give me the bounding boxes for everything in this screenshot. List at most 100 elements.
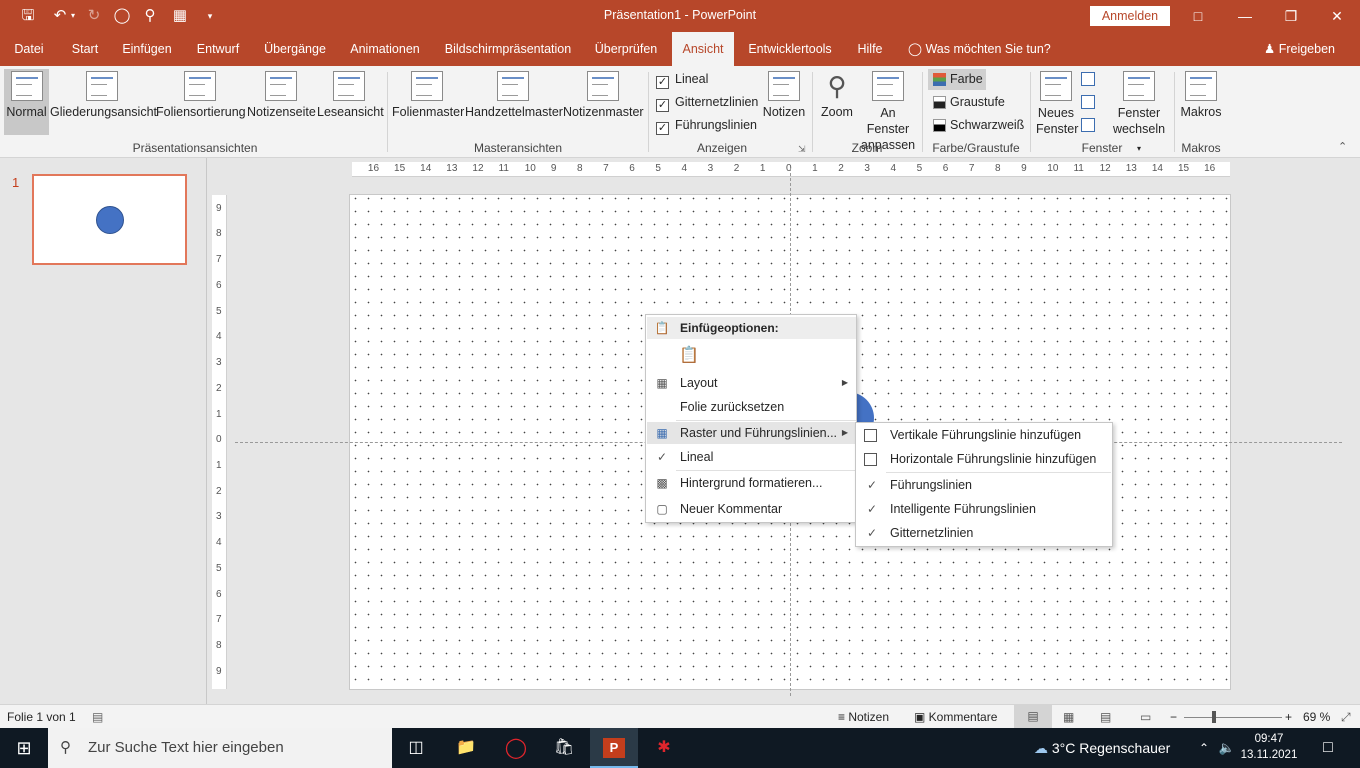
blackwhite-option[interactable]: Schwarzweiß	[928, 115, 1024, 136]
ruler-tick-label: 6	[942, 163, 949, 174]
slide-sorter-button[interactable]: Foliensortierung	[156, 69, 246, 135]
collapse-ribbon-icon[interactable]: ⌃	[1338, 140, 1347, 153]
reading-view-button[interactable]: Leseansicht	[317, 69, 384, 135]
outline-view-button[interactable]: Gliederungsansicht	[50, 69, 157, 135]
gridlines-checkbox[interactable]: ✓ Gitternetzlinien	[656, 92, 758, 112]
anzeigen-dialog-launcher-icon[interactable]: ⇲	[798, 144, 806, 155]
checkmark-icon: ✓	[656, 76, 669, 89]
menu-item-format-background[interactable]: ▩ Hintergrund formatieren...	[647, 472, 856, 494]
normal-view-status-icon[interactable]: ▤	[1014, 705, 1052, 728]
new-window-button[interactable]: Neues Fenster	[1036, 69, 1078, 136]
zoom-button[interactable]: ⚲ Zoom	[818, 69, 856, 135]
tell-me-box[interactable]: ◯ Was möchten Sie tun?	[908, 32, 1051, 66]
notes-master-button[interactable]: Notizenmaster	[563, 69, 644, 135]
menu-item-new-comment[interactable]: ▢ Neuer Kommentar	[647, 498, 856, 520]
tab-start[interactable]: Start	[62, 32, 108, 66]
tab-bildschirmpraesentation[interactable]: Bildschirmpräsentation	[440, 32, 576, 66]
guides-checkbox-label: Führungslinien	[675, 118, 757, 132]
clock[interactable]: 09:47 13.11.2021	[1240, 731, 1298, 763]
color-option[interactable]: Farbe	[928, 69, 986, 90]
ruler-tick-label: 11	[1073, 163, 1084, 174]
microsoft-store-icon[interactable]: 🛍	[540, 728, 588, 768]
group-label-fenster: Fenster	[1081, 141, 1123, 155]
slide-sorter-status-icon[interactable]: ▦	[1063, 710, 1074, 724]
fit-to-window-button[interactable]: An Fenster anpassen	[858, 69, 918, 152]
zoom-in-button[interactable]: +	[1285, 710, 1292, 724]
move-split-icon[interactable]	[1081, 118, 1095, 132]
paste-keep-formatting-icon[interactable]: 📋	[678, 345, 700, 367]
guides-checkbox[interactable]: ✓ Führungslinien	[656, 115, 757, 135]
accessibility-icon[interactable]: ▤	[92, 710, 103, 724]
windows-start-icon[interactable]: ⊞	[0, 728, 48, 768]
powerpoint-taskbar-icon[interactable]: P	[590, 728, 638, 768]
ruler-tick-label: 1	[759, 163, 766, 174]
tab-datei[interactable]: Datei	[6, 32, 52, 66]
ruler-tick-label: 5	[655, 163, 661, 174]
slide-thumbnail[interactable]	[32, 174, 187, 265]
group-separator	[387, 72, 388, 152]
tab-hilfe[interactable]: Hilfe	[850, 32, 890, 66]
menu-item-grid-and-guides[interactable]: ▦ Raster und Führungslinien... ▶	[647, 422, 856, 444]
zoom-level[interactable]: 69 %	[1303, 710, 1330, 724]
notes-button[interactable]: Notizen	[762, 69, 806, 135]
close-icon[interactable]: ✕	[1314, 0, 1360, 32]
weather-cloud-icon: ☁	[1034, 740, 1052, 756]
group-label-makros: Makros	[1181, 141, 1221, 155]
new-window-label-1: Neues	[1037, 106, 1075, 120]
submenu-add-vertical-guide[interactable]: Vertikale Führungslinie hinzufügen	[857, 424, 1112, 446]
ruler-tick-label: 5	[916, 163, 923, 174]
zoom-slider-track[interactable]	[1184, 717, 1282, 718]
tab-entwurf[interactable]: Entwurf	[190, 32, 246, 66]
task-view-icon[interactable]: ◫	[392, 728, 440, 768]
notes-toggle[interactable]: ≡ Notizen	[838, 710, 889, 724]
macros-button[interactable]: Makros	[1178, 69, 1224, 135]
tab-entwicklertools[interactable]: Entwicklertools	[744, 32, 836, 66]
submenu-guides[interactable]: ✓ Führungslinien	[857, 474, 1112, 496]
restore-icon[interactable]: ❐	[1268, 0, 1314, 32]
notifications-icon[interactable]: □	[1306, 728, 1350, 768]
grayscale-option[interactable]: Graustufe	[928, 92, 1020, 113]
submenu-add-horizontal-guide[interactable]: Horizontale Führungslinie hinzufügen	[857, 448, 1112, 470]
tab-ansicht[interactable]: Ansicht	[672, 32, 734, 66]
file-explorer-icon[interactable]: 📁	[442, 728, 490, 768]
switch-window-button[interactable]: Fenster wechseln ▾	[1110, 69, 1168, 153]
minimize-icon[interactable]: —	[1222, 0, 1268, 32]
submenu-gridlines[interactable]: ✓ Gitternetzlinien	[857, 522, 1112, 544]
tab-animationen[interactable]: Animationen	[344, 32, 426, 66]
weather-widget[interactable]: ☁ 3°C Regenschauer	[1034, 728, 1170, 768]
horizontal-ruler: 16 15 14 13 12 11 10 9 8 7 6 5 4 3 2 1 0 1 2 3 4 5 6 7 8 9 10 11 12 1…	[352, 162, 1230, 177]
comments-toggle[interactable]: ▣ Kommentare	[914, 710, 997, 724]
ruler-checkbox[interactable]: ✓ Lineal	[656, 69, 708, 89]
submenu-smart-guides[interactable]: ✓ Intelligente Führungslinien	[857, 498, 1112, 520]
tab-ueberpruefen[interactable]: Überprüfen	[588, 32, 664, 66]
zoom-out-button[interactable]: −	[1170, 710, 1177, 724]
app-taskbar-icon[interactable]: ✱	[640, 728, 688, 768]
notes-page-button[interactable]: Notizenseite	[247, 69, 316, 135]
opera-browser-icon[interactable]: ◯	[492, 728, 540, 768]
taskbar-search-box[interactable]: ⚲ Zur Suche Text hier eingeben	[48, 728, 392, 768]
color-option-label: Farbe	[950, 72, 983, 86]
arrange-all-icon[interactable]	[1081, 72, 1095, 86]
cascade-icon[interactable]	[1081, 95, 1095, 109]
fit-to-window-label-1: An Fenster	[866, 106, 910, 136]
macros-icon	[1185, 71, 1217, 101]
signin-button[interactable]: Anmelden	[1090, 6, 1170, 26]
zoom-slider-thumb[interactable]	[1212, 711, 1216, 723]
paste-options-label: Einfügeoptionen:	[680, 321, 779, 335]
tab-einfuegen[interactable]: Einfügen	[116, 32, 178, 66]
ribbon-display-options-icon[interactable]: □	[1175, 0, 1221, 32]
menu-item-reset-slide[interactable]: Folie zurücksetzen	[647, 396, 856, 418]
slideshow-status-icon[interactable]: ▭	[1140, 710, 1151, 724]
ruler-tick-label: 2	[838, 163, 844, 174]
volume-icon[interactable]: 🔈	[1216, 728, 1238, 768]
slide-master-button[interactable]: Folienmaster	[392, 69, 464, 135]
share-button[interactable]: ♟ Freigeben	[1264, 32, 1335, 66]
show-hidden-icons-icon[interactable]: ⌃	[1194, 728, 1214, 768]
menu-item-ruler[interactable]: ✓ Lineal	[647, 446, 856, 468]
fit-slide-icon[interactable]: ⤢	[1341, 710, 1351, 725]
reading-view-status-icon[interactable]: ▤	[1100, 710, 1111, 724]
menu-item-layout[interactable]: ▦ Layout ▶	[647, 372, 856, 394]
handout-master-button[interactable]: Handzettelmaster	[465, 69, 563, 135]
tab-uebergaenge[interactable]: Übergänge	[258, 32, 332, 66]
normal-view-button[interactable]: Normal	[4, 69, 49, 135]
